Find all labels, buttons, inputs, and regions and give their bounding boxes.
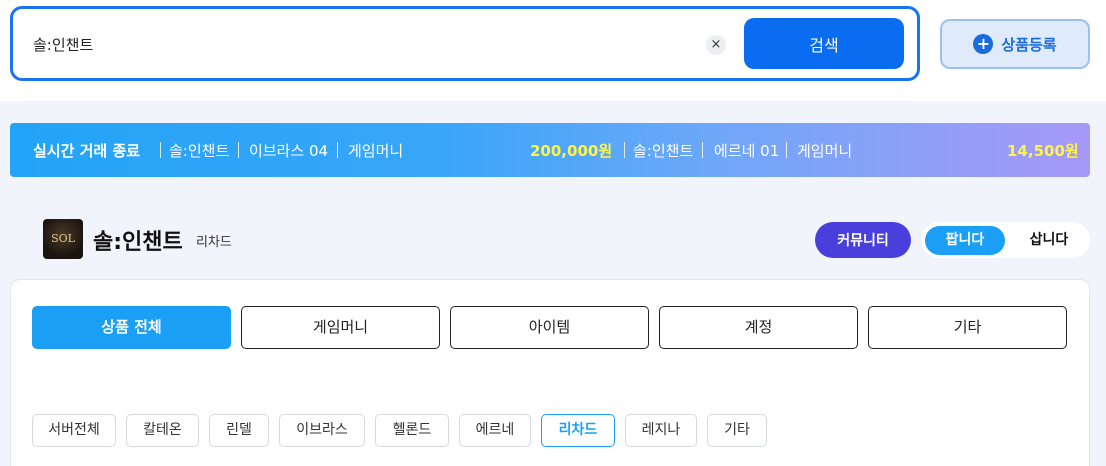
server-chip[interactable]: 칼테온 bbox=[126, 414, 199, 447]
server-world: 리차드 bbox=[196, 235, 232, 250]
search-input[interactable] bbox=[33, 29, 673, 59]
sell-buy-toggle: 팝니다 삽니다 bbox=[921, 222, 1090, 258]
top-bar: × 검색 + 상품등록 bbox=[0, 0, 1106, 101]
clear-icon[interactable]: × bbox=[706, 35, 726, 55]
ticker-world: 에르네 01 bbox=[714, 142, 780, 160]
ticker-separator bbox=[702, 142, 703, 158]
ticker-world: 이브라스 04 bbox=[249, 142, 329, 160]
ticker-title: 실시간 거래 종료 bbox=[33, 142, 141, 160]
search-button[interactable]: 검색 bbox=[744, 18, 904, 69]
server-chip[interactable]: 헬론드 bbox=[375, 414, 449, 447]
server-chip-selected[interactable]: 리차드 bbox=[541, 414, 615, 447]
server-chip[interactable]: 에르네 bbox=[459, 414, 531, 447]
register-product-button[interactable]: + 상품등록 bbox=[940, 19, 1090, 69]
category-tab-etc[interactable]: 기타 bbox=[868, 306, 1067, 349]
ticker-price: 14,500원 bbox=[1007, 142, 1079, 160]
ticker-separator bbox=[624, 142, 625, 158]
category-tab-item[interactable]: 아이템 bbox=[450, 306, 649, 349]
plus-circle-icon: + bbox=[973, 34, 994, 54]
ticker-separator bbox=[238, 142, 239, 158]
ticker-separator bbox=[337, 142, 338, 158]
server-chip[interactable]: 이브라스 bbox=[279, 414, 365, 447]
ticker-type: 게임머니 bbox=[797, 142, 853, 160]
search-box: × 검색 bbox=[10, 6, 920, 81]
ticker-server: 솔:인챈트 bbox=[633, 142, 694, 160]
ticker-separator bbox=[786, 142, 787, 158]
server-chip[interactable]: 린델 bbox=[209, 414, 269, 447]
listing-panel: 상품 전체 게임머니 아이템 계정 기타 서버전체 칼테온 린델 이브라스 헬론… bbox=[10, 279, 1090, 466]
ticker-price: 200,000원 bbox=[530, 142, 613, 160]
live-trade-ticker: 실시간 거래 종료 솔:인챈트 이브라스 04 게임머니 200,000원 솔:… bbox=[10, 123, 1090, 177]
server-name: 솔:인챈트 bbox=[93, 230, 183, 255]
category-tab-all[interactable]: 상품 전체 bbox=[32, 306, 231, 349]
category-tab-account[interactable]: 계정 bbox=[659, 306, 858, 349]
server-chip-all[interactable]: 서버전체 bbox=[32, 414, 116, 447]
buy-tab[interactable]: 삽니다 bbox=[1011, 226, 1087, 255]
register-label: 상품등록 bbox=[1001, 35, 1057, 54]
server-chip[interactable]: 레지나 bbox=[625, 414, 697, 447]
ticker-server: 솔:인챈트 bbox=[169, 142, 230, 160]
community-button[interactable]: 커뮤니티 bbox=[815, 222, 911, 258]
ticker-separator bbox=[160, 142, 161, 158]
ticker-type: 게임머니 bbox=[348, 142, 404, 160]
sell-tab[interactable]: 팝니다 bbox=[925, 226, 1005, 255]
server-chip[interactable]: 기타 bbox=[707, 414, 767, 447]
server-logo: SOL bbox=[43, 219, 83, 259]
category-tab-game-money[interactable]: 게임머니 bbox=[241, 306, 440, 349]
